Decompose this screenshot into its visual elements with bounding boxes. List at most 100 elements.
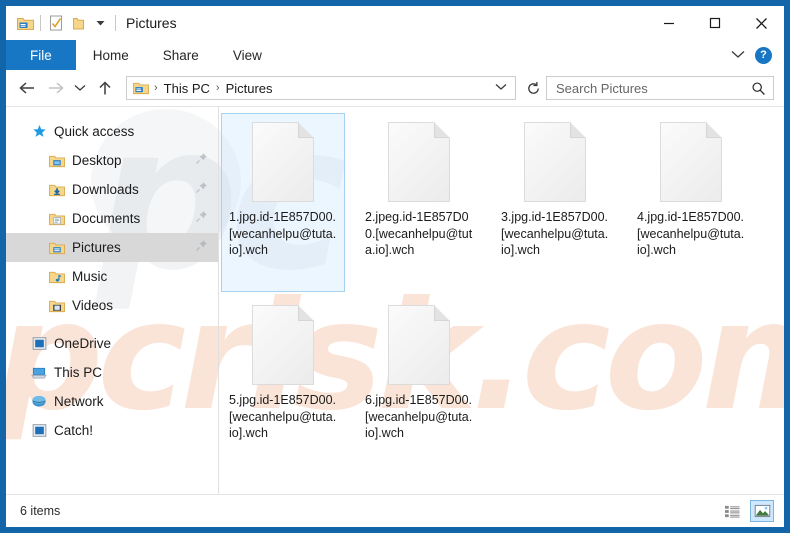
window-caption-buttons [646,6,784,40]
expand-ribbon-chevron-icon[interactable] [731,46,745,64]
network-icon [31,394,47,410]
sidebar-item-documents[interactable]: Documents [6,204,218,233]
file-name-label: 3.jpg.id-1E857D00.[wecanhelpu@tuta.io].w… [501,210,609,257]
tab-home[interactable]: Home [76,40,146,70]
breadcrumb-folder-icon [133,81,149,95]
pin-icon[interactable] [195,239,208,257]
breadcrumb-dropdown-icon[interactable] [489,82,513,94]
sidebar-item-label: Desktop [72,153,122,168]
pin-star-icon [31,124,47,140]
sidebar-item-label: OneDrive [54,336,112,351]
desktop-folder-icon [49,153,65,169]
tab-share[interactable]: Share [146,40,216,70]
file-item-1[interactable]: 1.jpg.id-1E857D00.[wecanhelpu@tuta.io].w… [221,113,345,292]
documents-folder-icon [49,211,65,227]
pin-icon[interactable] [195,181,208,199]
breadcrumb-item-this-pc[interactable]: This PC [161,81,213,96]
large-icons-view-button[interactable] [750,500,774,522]
back-button[interactable] [14,75,40,101]
file-item-3[interactable]: 3.jpg.id-1E857D00.[wecanhelpu@tuta.io].w… [493,113,617,292]
videos-folder-icon [49,298,65,314]
catch-icon [31,423,47,439]
sidebar-item-label: This PC [54,365,103,380]
status-bar: 6 items [6,494,784,527]
up-button[interactable] [92,75,118,101]
music-folder-icon [49,269,65,285]
sidebar-item-quick-access[interactable]: Quick access [6,117,218,146]
sidebar-group-gap-1 [6,320,218,329]
forward-button[interactable] [42,75,68,101]
search-icon[interactable] [748,81,769,96]
sidebar-item-pictures[interactable]: Pictures [6,233,218,262]
file-item-2[interactable]: 2.jpeg.id-1E857D00.[wecanhelpu@tuta.io].… [357,113,481,292]
details-view-button[interactable] [720,500,744,522]
tab-file[interactable]: File [6,40,76,70]
breadcrumb-bar[interactable]: › This PC › Pictures [126,76,516,100]
folder-properties-icon[interactable] [14,12,36,34]
file-name-label: 6.jpg.id-1E857D00.[wecanhelpu@tuta.io].w… [365,393,473,440]
navigation-pane: Quick access Desktop Downloads Documents… [6,107,218,494]
blank-document-icon [524,122,586,202]
sidebar-item-music[interactable]: Music [6,262,218,291]
customize-chevron-icon[interactable] [89,12,111,34]
sidebar-item-desktop[interactable]: Desktop [6,146,218,175]
maximize-button[interactable] [692,6,738,40]
sidebar-item-downloads[interactable]: Downloads [6,175,218,204]
blank-document-icon [388,305,450,385]
this-pc-icon [31,365,47,381]
file-name-label: 5.jpg.id-1E857D00.[wecanhelpu@tuta.io].w… [229,393,337,440]
title-bar: Pictures [6,6,784,40]
view-mode-buttons [720,500,774,522]
blank-document-icon [660,122,722,202]
sidebar-item-onedrive[interactable]: OneDrive [6,329,218,358]
sidebar-item-label: Network [54,394,104,409]
blank-document-icon [252,122,314,202]
help-icon[interactable]: ? [755,46,772,64]
toolbar-divider-1 [40,15,41,31]
sidebar-item-label: Downloads [72,182,139,197]
file-list-pane[interactable]: 1.jpg.id-1E857D00.[wecanhelpu@tuta.io].w… [218,107,784,494]
blank-document-icon [388,122,450,202]
search-box[interactable] [546,76,774,100]
file-name-label: 2.jpeg.id-1E857D00.[wecanhelpu@tuta.io].… [365,210,473,257]
window-title: Pictures [126,15,177,31]
refresh-button[interactable] [522,76,544,100]
file-name-label: 1.jpg.id-1E857D00.[wecanhelpu@tuta.io].w… [229,210,337,257]
recent-locations-chevron-icon[interactable] [70,75,90,101]
onedrive-icon [31,336,47,352]
file-name-label: 4.jpg.id-1E857D00.[wecanhelpu@tuta.io].w… [637,210,745,257]
ribbon-right-controls: ? [731,40,784,70]
search-input[interactable] [554,79,748,97]
pin-icon[interactable] [195,210,208,228]
ribbon-tab-bar: File Home Share View ? [6,40,784,70]
sidebar-item-label: Documents [72,211,141,226]
file-item-5[interactable]: 5.jpg.id-1E857D00.[wecanhelpu@tuta.io].w… [221,296,345,475]
minimize-button[interactable] [646,6,692,40]
sidebar-item-network[interactable]: Network [6,387,218,416]
toolbar-divider-2 [115,15,116,31]
sidebar-item-label: Videos [72,298,114,313]
item-count-label: 6 items [20,504,61,518]
explorer-body: pc pcrisk.com Quick access Desktop [6,99,784,494]
file-grid: 1.jpg.id-1E857D00.[wecanhelpu@tuta.io].w… [219,107,784,494]
sidebar-item-label: Pictures [72,240,121,255]
pictures-folder-icon [49,240,65,256]
pin-icon[interactable] [195,152,208,170]
downloads-folder-icon [49,182,65,198]
sidebar-item-label: Catch! [54,423,94,438]
file-item-6[interactable]: 6.jpg.id-1E857D00.[wecanhelpu@tuta.io].w… [357,296,481,475]
breadcrumb-item-pictures[interactable]: Pictures [223,81,276,96]
breadcrumb-separator-2: › [215,82,220,94]
sidebar-item-catch[interactable]: Catch! [6,416,218,445]
sidebar-item-label: Music [72,269,108,284]
new-folder-icon[interactable] [67,12,89,34]
sidebar-item-label: Quick access [54,124,135,139]
sidebar-item-videos[interactable]: Videos [6,291,218,320]
tab-view[interactable]: View [216,40,279,70]
address-bar: › This PC › Pictures [6,70,784,106]
file-item-4[interactable]: 4.jpg.id-1E857D00.[wecanhelpu@tuta.io].w… [629,113,753,292]
close-button[interactable] [738,6,784,40]
sidebar-item-this-pc[interactable]: This PC [6,358,218,387]
properties-check-icon[interactable] [45,12,67,34]
file-explorer-window: Pictures File Home Share View ? › This P… [0,0,790,533]
